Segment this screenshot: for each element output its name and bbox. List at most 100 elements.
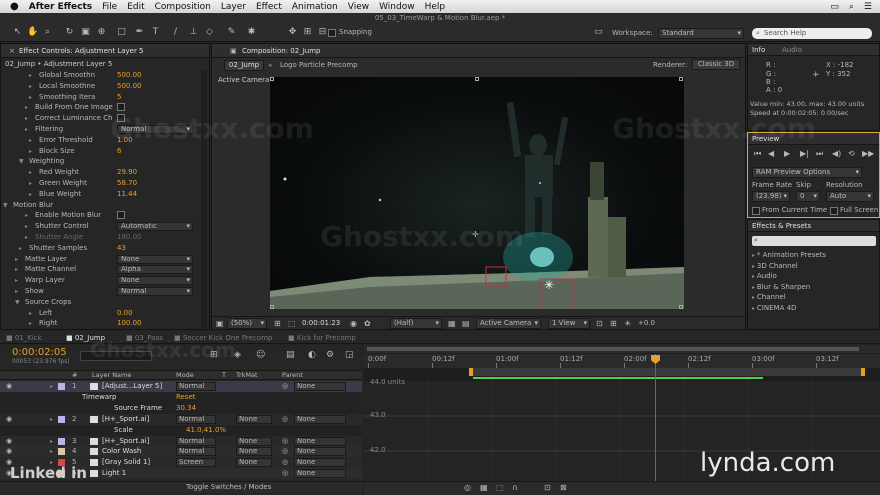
tab-effects-presets[interactable]: Effects & Presets [752, 222, 811, 230]
disclosure-triangle-icon[interactable]: ▼ [15, 297, 20, 308]
track-matte-select[interactable]: None [236, 414, 272, 424]
eraser-tool-icon[interactable]: ◇ [204, 27, 215, 38]
view-layout-select[interactable]: 1 View [548, 318, 590, 329]
anchor-point-icon[interactable]: ✛ [472, 230, 479, 239]
disclosure-triangle-icon[interactable]: ▼ [19, 156, 24, 167]
layer-label-color[interactable] [58, 448, 65, 456]
light-icon[interactable]: ✳ [544, 278, 554, 292]
disclosure-triangle-icon[interactable]: ▸ [25, 113, 28, 124]
effects-category-item[interactable]: ▸ * Animation Presets [752, 250, 878, 261]
effects-category-item[interactable]: ▸ 3D Channel [752, 261, 878, 272]
pan-behind-tool-icon[interactable]: ⊕ [96, 27, 107, 38]
fast-previews-icon[interactable]: ▤ [462, 319, 470, 328]
disclosure-triangle-icon[interactable]: ▸ [29, 146, 32, 157]
layer-label-color[interactable] [58, 437, 65, 445]
menu-effect[interactable]: Effect [251, 2, 287, 12]
disclosure-triangle-icon[interactable]: ▸ [29, 135, 32, 146]
layer-label-color[interactable] [58, 383, 65, 390]
view-axis-icon[interactable]: ⊟ [317, 27, 328, 38]
disclosure-triangle-icon[interactable]: ▸ [29, 70, 32, 81]
effects-category-item[interactable]: ▸ Audio [752, 271, 878, 282]
draft-3d-icon[interactable]: ◈ [234, 350, 241, 360]
search-help-input[interactable]: Search Help [752, 28, 872, 39]
visibility-eye-icon[interactable]: ◉ [6, 436, 12, 447]
ram-preview-icon[interactable]: ▶▶ [862, 149, 874, 158]
snapping-checkbox[interactable] [328, 28, 336, 37]
navigator-range[interactable] [367, 347, 859, 351]
menu-composition[interactable]: Composition [150, 2, 216, 12]
frame-blending-icon[interactable]: ▤ [286, 350, 295, 360]
roto-brush-tool-icon[interactable]: ✎ [226, 27, 237, 38]
menu-file[interactable]: File [97, 2, 122, 12]
effect-property-checkbox[interactable] [117, 210, 125, 221]
play-icon[interactable]: ▶ [784, 149, 790, 158]
menu-edit[interactable]: Edit [122, 2, 149, 12]
selection-handle[interactable] [475, 77, 479, 81]
disclosure-triangle-icon[interactable]: ▸ [25, 102, 28, 113]
effect-property-select[interactable]: Normal [117, 287, 193, 296]
clone-stamp-tool-icon[interactable]: ⊥ [188, 27, 199, 38]
parent-pickwhip-icon[interactable]: ◎ [282, 446, 288, 457]
comp-tab-02-jump[interactable]: 02_Jump [224, 60, 264, 71]
parent-pickwhip-icon[interactable]: ◎ [282, 436, 288, 447]
disclosure-triangle-icon[interactable]: ▸ [50, 381, 53, 392]
layer-duration-bar[interactable] [473, 377, 763, 379]
layer-mode-select[interactable]: Normal [176, 414, 216, 424]
layer-property-value[interactable]: Reset [176, 392, 196, 403]
layer-mode-select[interactable]: Normal [176, 436, 216, 446]
layer-label-color[interactable] [58, 415, 65, 423]
effect-property-value[interactable]: 100.00 [117, 318, 142, 328]
lock-icon[interactable]: ▣ [230, 47, 237, 55]
transparency-grid-icon[interactable]: ▦ [448, 319, 456, 328]
layer-property-value[interactable]: 41.0,41.0% [186, 425, 226, 436]
layer-name[interactable]: Color Wash [102, 446, 141, 457]
comp-mini-flowchart-icon[interactable]: ⊞ [210, 350, 218, 360]
layer-name[interactable]: [H+_Sport.ai] [102, 414, 149, 425]
resolution-preview-select[interactable]: Auto [826, 191, 874, 202]
full-screen-checkbox[interactable] [830, 206, 838, 215]
layer-row[interactable]: ◉ 1 ▸ [Adjust...Layer 5] Normal ◎ None [0, 381, 362, 392]
selection-tool-icon[interactable]: ↖ [12, 27, 23, 38]
track-matte-select[interactable]: None [236, 458, 272, 468]
fit-selection-icon[interactable]: ⊡ [544, 483, 551, 492]
effect-property-value[interactable]: 500.00 [117, 81, 142, 92]
effects-category-item[interactable]: ▸ Channel [752, 292, 878, 303]
parent-pickwhip-icon[interactable]: ◎ [282, 468, 288, 479]
magnification-select[interactable]: (50%) [227, 318, 267, 329]
viewer-timecode[interactable]: 0:00:01:23 [302, 319, 340, 327]
audio-icon[interactable]: ◀) [832, 149, 841, 158]
layer-property-row[interactable]: Source Frame 30.34 [0, 402, 362, 414]
puppet-pin-tool-icon[interactable]: ✱ [246, 27, 257, 38]
apple-menu-icon[interactable]: ● [0, 1, 24, 12]
app-name-menu[interactable]: After Effects [24, 2, 97, 12]
disclosure-triangle-icon[interactable]: ▸ [50, 436, 53, 447]
layer-row[interactable]: ◉ 4 ▸ Color Wash Normal None ◎ None [0, 446, 362, 458]
parent-pickwhip-icon[interactable]: ◎ [282, 457, 288, 468]
renderer-select[interactable]: Classic 3D [692, 59, 740, 70]
effect-property-value[interactable]: 500.00 [117, 70, 142, 81]
tab-kick-for-precomp[interactable]: ■ Kick for Precomp [288, 334, 356, 342]
disclosure-triangle-icon[interactable]: ▸ [15, 254, 18, 265]
menu-list-icon[interactable]: ☰ [859, 2, 880, 12]
camera-view-select[interactable]: Active Camera [476, 318, 541, 329]
effect-property-checkbox[interactable] [117, 102, 125, 113]
parent-pickwhip-icon[interactable]: ◎ [282, 414, 288, 425]
loop-icon[interactable]: ⟲ [848, 149, 855, 158]
time-ruler[interactable]: 0:00f 00:12f 01:00f 01:12f 02:00f 02:12f 03:00… [364, 354, 880, 368]
disclosure-triangle-icon[interactable]: ▸ [50, 414, 53, 425]
parent-select[interactable]: None [294, 458, 346, 468]
effect-property-select[interactable]: None [117, 254, 193, 264]
effect-property-value[interactable]: 0.00 [117, 308, 133, 319]
layer-mode-select[interactable]: Normal [176, 447, 216, 457]
parent-select[interactable]: None [294, 469, 346, 479]
previous-frame-icon[interactable]: ◀ [768, 149, 774, 158]
layer-name[interactable]: Light 1 [102, 468, 126, 479]
col-layer-name[interactable]: Layer Name [92, 371, 131, 379]
disclosure-triangle-icon[interactable]: ▸ [29, 189, 32, 200]
tab-composition[interactable]: Composition: 02_Jump [242, 47, 320, 55]
effect-property-value[interactable]: 6 [117, 146, 121, 157]
effect-property-value[interactable]: 58.70 [117, 178, 137, 189]
disclosure-triangle-icon[interactable]: ▸ [29, 81, 32, 92]
shy-layers-icon[interactable]: ☺ [256, 350, 265, 360]
layer-name[interactable]: [Gray Solid 1] [102, 457, 150, 468]
